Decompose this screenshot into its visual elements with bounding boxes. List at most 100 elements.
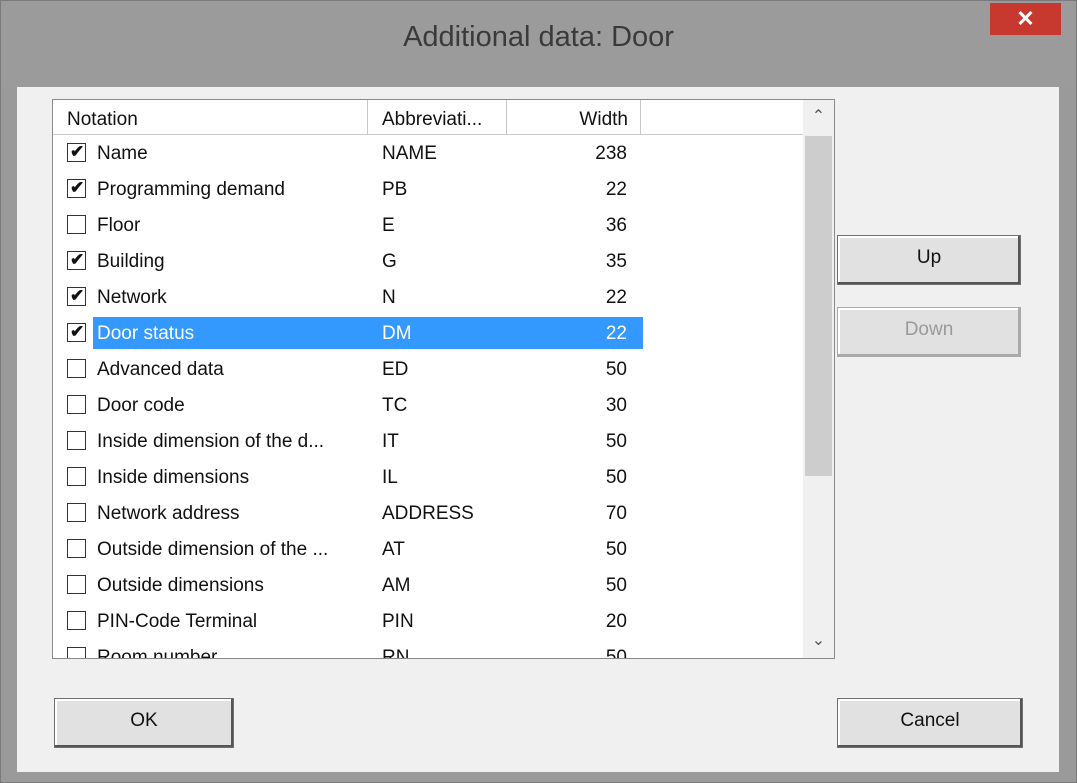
fields-list[interactable]: Notation Abbreviati... Width ✔ Name NAME 23… [52,99,835,659]
row-abbreviation: AM [382,575,411,596]
table-row[interactable]: Inside dimension of the d... IT 50 [53,423,643,459]
column-header-width[interactable]: Width [507,100,641,134]
checkmark-icon: ✔ [70,286,85,305]
row-abbreviation: TC [382,395,408,416]
chevron-down-icon[interactable]: ⌄ [803,624,834,658]
row-notation: Floor [97,215,141,236]
table-row[interactable]: Network address ADDRESS 70 [53,495,643,531]
row-width: 35 [605,251,627,272]
row-checkbox[interactable] [67,575,86,594]
row-width: 50 [605,575,627,596]
checkmark-icon: ✔ [70,322,85,341]
row-checkbox[interactable] [67,467,86,486]
title-bar[interactable]: Additional data: Door ✕ [1,1,1076,87]
row-checkbox[interactable]: ✔ [67,142,86,162]
ok-button[interactable]: OK [54,698,234,748]
row-checkbox[interactable] [67,503,86,522]
row-notation: Door status [97,323,195,344]
row-abbreviation: RN [382,647,410,659]
list-header: Notation Abbreviati... Width [53,100,803,135]
up-button[interactable]: Up [837,235,1021,285]
row-notation: Outside dimension of the ... [97,539,329,560]
dialog-window: Additional data: Door ✕ Notation Abbrevi… [0,0,1077,783]
row-checkbox[interactable]: ✔ [67,178,86,198]
table-row[interactable]: ✔ Building G 35 [53,243,643,279]
row-width: 36 [605,215,627,236]
table-row[interactable]: Outside dimension of the ... AT 50 [53,531,643,567]
row-width: 22 [605,287,627,308]
row-checkbox[interactable]: ✔ [67,286,86,306]
row-checkbox[interactable] [67,359,86,378]
scroll-thumb[interactable] [805,136,832,476]
row-notation: Room number [97,647,218,659]
row-notation: Door code [97,395,185,416]
table-row[interactable]: ✔ Programming demand PB 22 [53,171,643,207]
row-width: 20 [605,611,627,632]
table-row[interactable]: ✔ Door status DM 22 [53,315,643,351]
row-checkbox[interactable]: ✔ [67,250,86,270]
table-row[interactable]: Floor E 36 [53,207,643,243]
row-checkbox[interactable] [67,539,86,558]
row-width: 22 [605,323,627,344]
row-notation: Inside dimension of the d... [97,431,325,452]
close-button[interactable]: ✕ [990,3,1061,35]
table-row[interactable]: ✔ Name NAME 238 [53,135,643,171]
row-abbreviation: NAME [382,143,437,164]
row-notation: Name [97,143,148,164]
close-icon: ✕ [1016,6,1035,31]
down-button[interactable]: Down [837,307,1021,357]
row-width: 238 [595,143,627,164]
table-row[interactable]: Door code TC 30 [53,387,643,423]
table-row[interactable]: Room number RN 50 [53,639,643,659]
row-checkbox[interactable]: ✔ [67,322,86,342]
row-notation: Outside dimensions [97,575,264,596]
row-notation: Programming demand [97,179,285,200]
row-checkbox[interactable] [67,647,86,658]
table-row[interactable]: Outside dimensions AM 50 [53,567,643,603]
row-checkbox[interactable] [67,215,86,234]
row-abbreviation: N [382,287,396,308]
checkmark-icon: ✔ [70,178,85,197]
row-width: 50 [605,467,627,488]
vertical-scrollbar[interactable]: ⌃ ⌄ [803,100,834,658]
table-row[interactable]: Inside dimensions IL 50 [53,459,643,495]
table-row[interactable]: Advanced data ED 50 [53,351,643,387]
row-abbreviation: G [382,251,397,272]
row-notation: Inside dimensions [97,467,250,488]
row-width: 50 [605,647,627,659]
row-notation: Network [97,287,167,308]
row-notation: PIN-Code Terminal [97,611,258,632]
row-abbreviation: ADDRESS [382,503,474,524]
row-abbreviation: IL [382,467,398,488]
row-abbreviation: DM [382,323,412,344]
column-header-abbreviation[interactable]: Abbreviati... [368,100,507,134]
row-width: 30 [605,395,627,416]
checkmark-icon: ✔ [70,250,85,269]
cancel-button[interactable]: Cancel [837,698,1023,748]
row-width: 22 [605,179,627,200]
row-abbreviation: AT [382,539,405,560]
dialog-body: Notation Abbreviati... Width ✔ Name NAME 23… [17,87,1059,772]
table-row[interactable]: PIN-Code Terminal PIN 20 [53,603,643,639]
row-width: 50 [605,359,627,380]
row-abbreviation: PB [382,179,408,200]
row-notation: Network address [97,503,240,524]
checkmark-icon: ✔ [70,142,85,161]
chevron-up-icon[interactable]: ⌃ [803,100,834,134]
row-width: 70 [605,503,627,524]
row-checkbox[interactable] [67,431,86,450]
row-abbreviation: ED [382,359,409,380]
column-header-notation[interactable]: Notation [53,100,368,134]
row-abbreviation: E [382,215,395,236]
row-abbreviation: PIN [382,611,414,632]
row-width: 50 [605,539,627,560]
table-row[interactable]: ✔ Network N 22 [53,279,643,315]
row-width: 50 [605,431,627,452]
row-notation: Advanced data [97,359,224,380]
list-rows: ✔ Name NAME 238 ✔ Programming demand PB 22 Floor… [53,135,803,659]
row-checkbox[interactable] [67,395,86,414]
row-abbreviation: IT [382,431,399,452]
dialog-title: Additional data: Door [403,21,674,53]
row-notation: Building [97,251,165,272]
row-checkbox[interactable] [67,611,86,630]
